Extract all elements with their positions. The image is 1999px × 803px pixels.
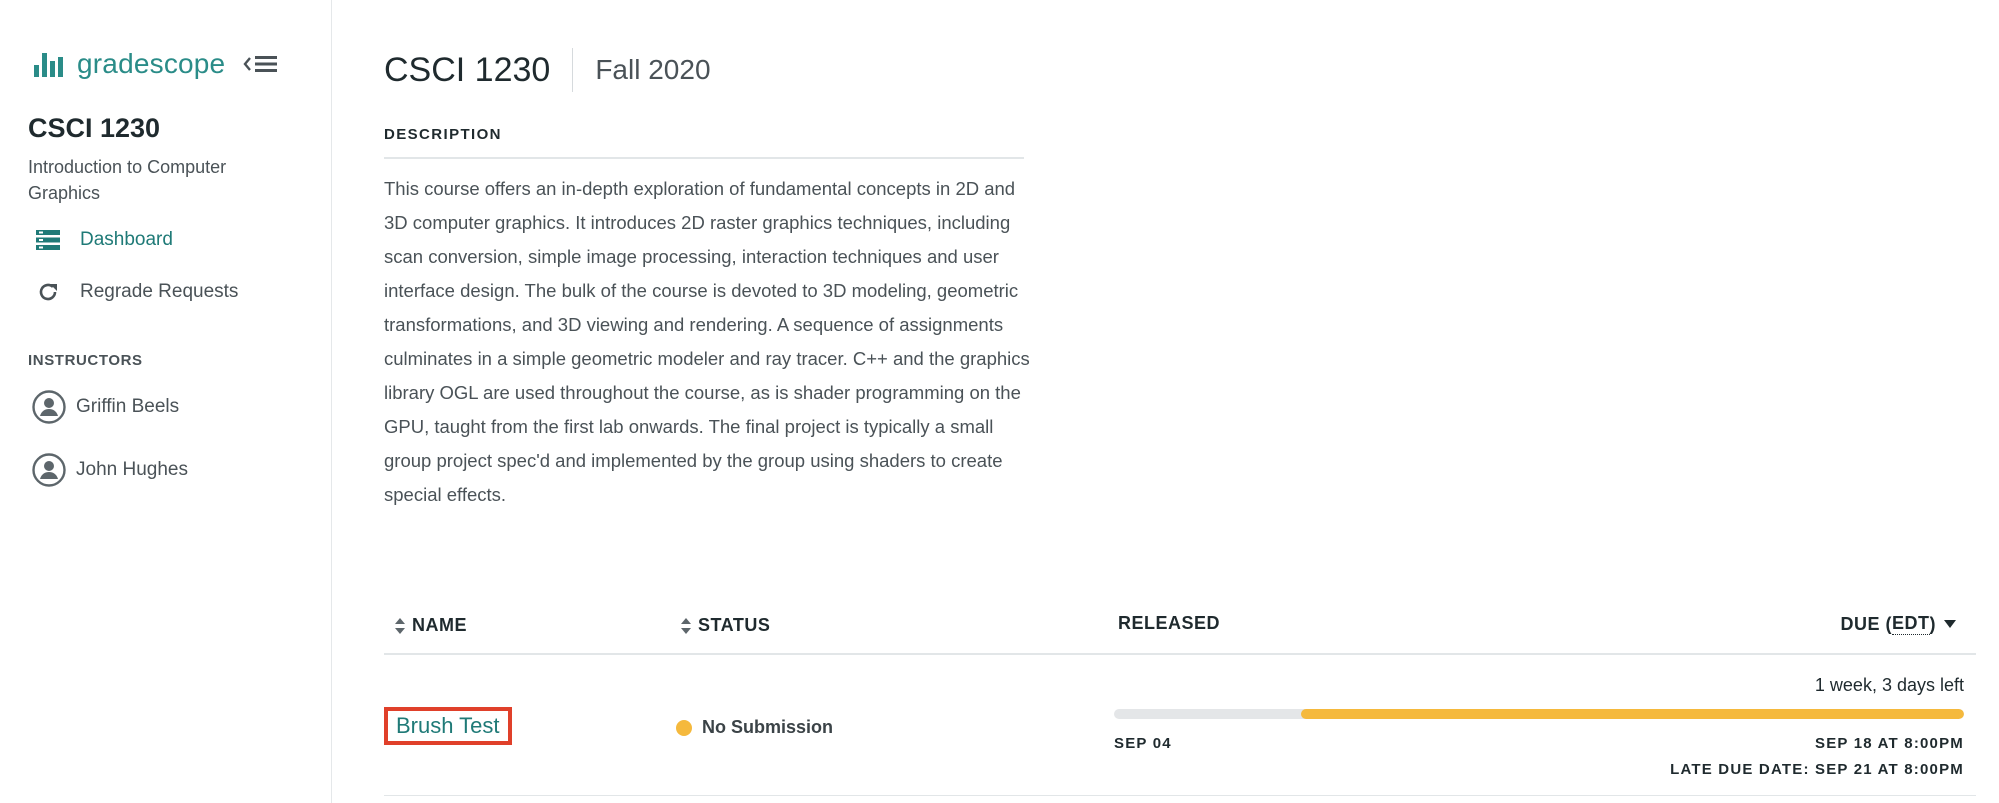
sidebar-course-name: Introduction to Computer Graphics bbox=[28, 157, 227, 203]
collapse-menu-icon bbox=[243, 56, 278, 72]
instructor-name: Griffin Beels bbox=[76, 396, 180, 417]
status-label: No Submission bbox=[702, 717, 834, 737]
column-header-label-end: ) bbox=[1929, 613, 1936, 634]
instructor-item: John Hughes bbox=[32, 453, 188, 487]
time-left: 1 week, 3 days left bbox=[1814, 675, 1964, 695]
table-row: Brush Test No Submission 1 week, 3 days … bbox=[384, 655, 1976, 796]
course-term: Fall 2020 bbox=[595, 54, 711, 85]
column-header-due[interactable]: DUE ( EDT ) bbox=[1840, 613, 1956, 635]
sidebar: gradescope CSCI 1230 Introduction to Com… bbox=[0, 0, 332, 803]
instructor-name: John Hughes bbox=[76, 459, 188, 480]
collapse-sidebar-button[interactable] bbox=[243, 53, 279, 75]
instructor-item: Griffin Beels bbox=[32, 390, 179, 424]
description-heading: DESCRIPTION bbox=[384, 126, 1024, 159]
column-header-label: RELEASED bbox=[1118, 613, 1221, 633]
table-header: NAME STATUS RELEASED DUE ( EDT ) bbox=[384, 605, 1976, 655]
logo-row: gradescope bbox=[34, 48, 279, 80]
column-header-label: NAME bbox=[412, 615, 467, 635]
column-header-name[interactable]: NAME bbox=[394, 615, 467, 636]
sidebar-item-label: Regrade Requests bbox=[80, 281, 239, 302]
status-dot-icon bbox=[676, 719, 692, 736]
assignments-table: NAME STATUS RELEASED DUE ( EDT ) Brush T… bbox=[384, 605, 1976, 796]
column-header-status[interactable]: STATUS bbox=[680, 615, 770, 636]
sidebar-item-label: Dashboard bbox=[80, 229, 173, 250]
main-content: CSCI 1230 Fall 2020 DESCRIPTION This cou… bbox=[384, 0, 1999, 803]
refresh-icon bbox=[34, 280, 62, 304]
time-progress-bar bbox=[1114, 709, 1964, 719]
dashboard-icon bbox=[34, 228, 62, 252]
submission-status: No Submission bbox=[676, 717, 833, 738]
sort-descending-icon bbox=[1944, 620, 1956, 628]
sidebar-item-regrade-requests[interactable]: Regrade Requests bbox=[34, 280, 238, 304]
page-title: CSCI 1230 bbox=[384, 48, 574, 92]
user-avatar-icon bbox=[32, 453, 66, 487]
logo-text: gradescope bbox=[77, 48, 226, 79]
user-avatar-icon bbox=[32, 390, 66, 424]
instructors-heading: INSTRUCTORS bbox=[28, 352, 143, 369]
late-due-date: LATE DUE DATE: SEP 21 AT 8:00PM bbox=[1670, 761, 1964, 778]
column-header-label: DUE ( bbox=[1840, 613, 1892, 634]
released-date: SEP 04 bbox=[1114, 735, 1172, 752]
sidebar-item-dashboard[interactable]: Dashboard bbox=[34, 228, 173, 252]
description-text: This course offers an in-depth explorati… bbox=[384, 178, 1030, 505]
sort-icon bbox=[395, 617, 405, 634]
gradescope-logo-icon bbox=[34, 51, 63, 77]
sort-icon bbox=[681, 617, 691, 634]
sidebar-course-code: CSCI 1230 bbox=[28, 113, 161, 143]
time-progress-fill bbox=[1301, 709, 1964, 719]
column-header-label: STATUS bbox=[698, 615, 771, 635]
timezone-label: EDT bbox=[1892, 613, 1930, 635]
page-header: CSCI 1230 Fall 2020 bbox=[384, 48, 711, 92]
due-date: SEP 18 AT 8:00PM bbox=[1815, 735, 1964, 752]
assignment-link[interactable]: Brush Test bbox=[384, 707, 512, 745]
column-header-released: RELEASED bbox=[1118, 613, 1220, 634]
